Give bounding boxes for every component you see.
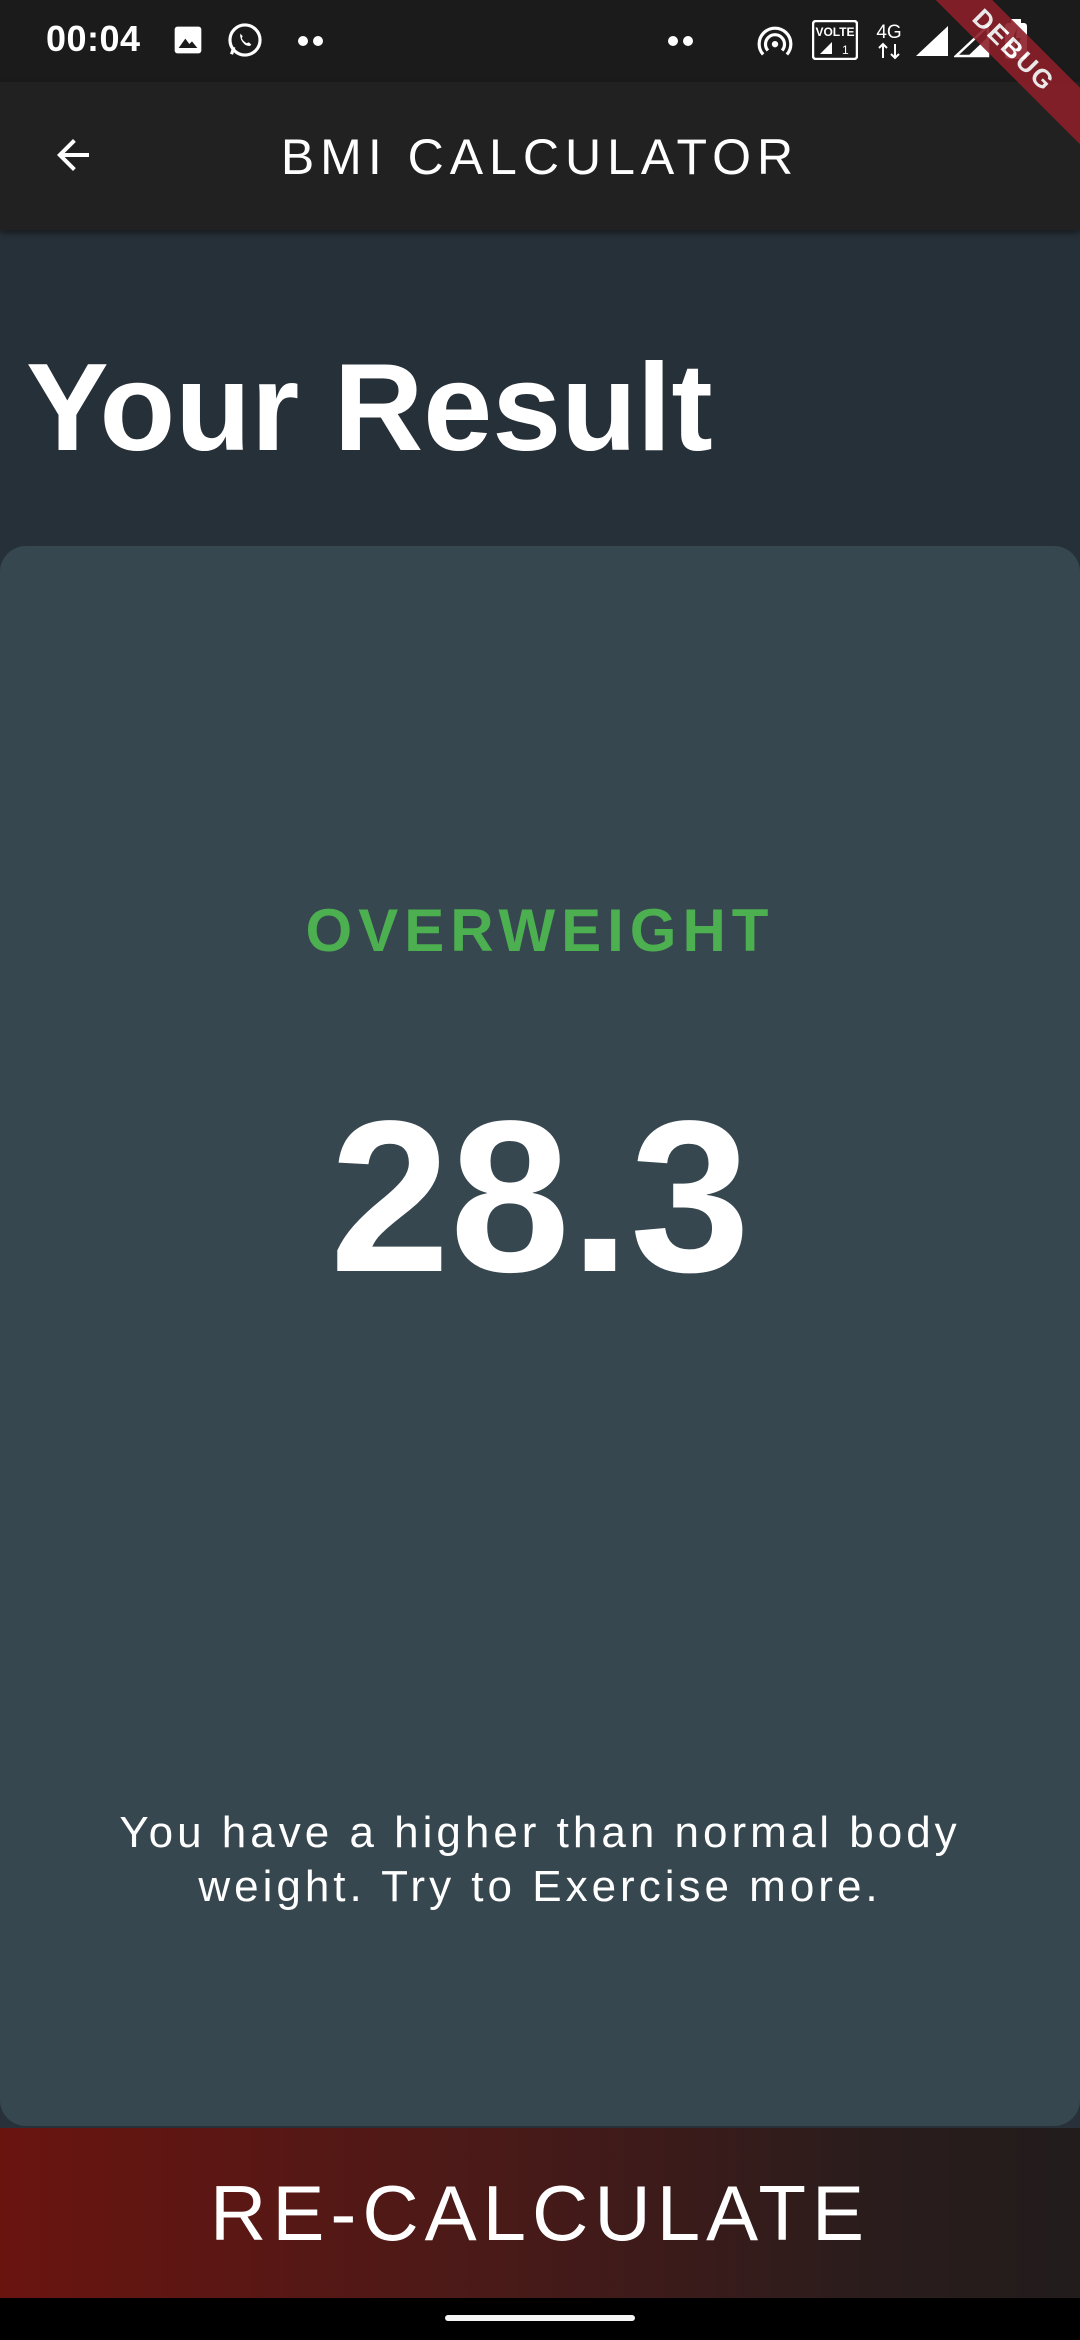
svg-text:1: 1 (842, 43, 849, 57)
app-bar: BMI CALCULATOR (0, 82, 1080, 230)
hotspot-icon (756, 22, 794, 65)
volte-icon: VOLTE 1 (811, 19, 859, 65)
more-dots-icon (666, 34, 696, 52)
recalculate-button[interactable]: RE-CALCULATE (0, 2128, 1080, 2298)
app-title: BMI CALCULATOR (280, 129, 800, 185)
bmi-category-label: OVERWEIGHT (305, 897, 775, 964)
gallery-icon (172, 24, 204, 61)
bmi-result-screen: 00:04 VOLTE 1 4G DEBUG BMI CALCULATOR Yo… (0, 0, 1080, 2340)
more-dots-icon (296, 34, 326, 52)
system-nav-bar (0, 2298, 1080, 2340)
4g-icon: 4G (874, 20, 904, 67)
status-time: 00:04 (46, 18, 141, 59)
bmi-advice-text: You have a higher than normal body weigh… (119, 1808, 961, 1911)
svg-text:VOLTE: VOLTE (815, 25, 854, 39)
bmi-value: 28.3 (329, 1075, 751, 1317)
status-bar: 00:04 VOLTE 1 4G (0, 0, 1080, 82)
svg-text:4G: 4G (876, 22, 901, 43)
whatsapp-icon (226, 21, 264, 64)
signal-icon (914, 24, 950, 63)
home-indicator[interactable] (445, 2315, 635, 2321)
page-title: Your Result (26, 339, 713, 477)
result-card: OVERWEIGHT 28.3 You have a higher than n… (0, 546, 1080, 2126)
